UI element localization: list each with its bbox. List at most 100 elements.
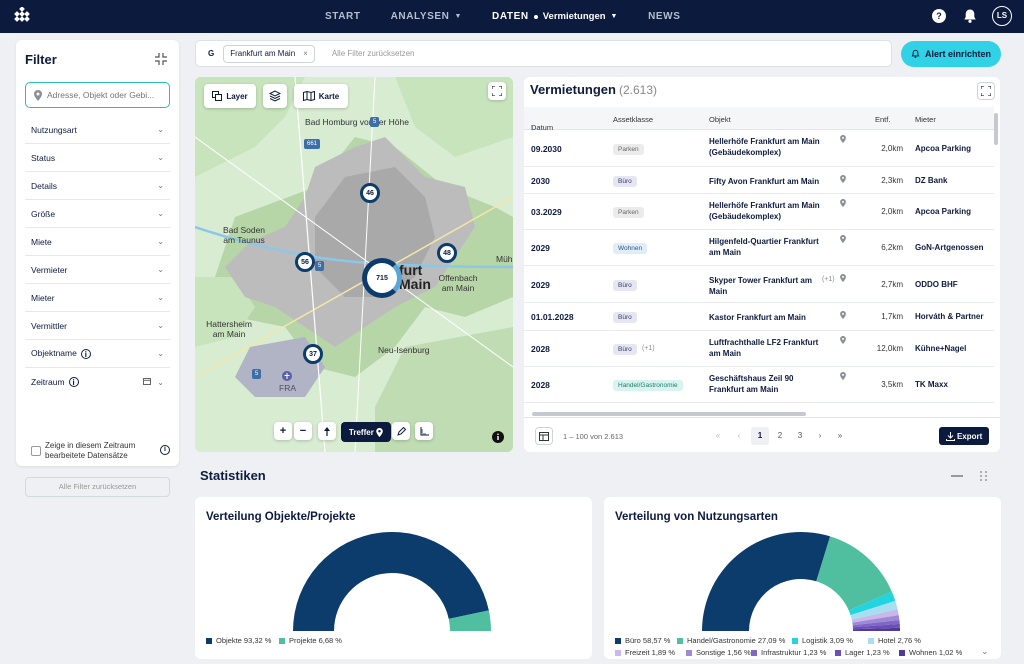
location-pin-icon[interactable] — [840, 175, 846, 183]
col-objekt[interactable]: Objekt — [709, 115, 731, 124]
legend-item[interactable]: Büro 58,57 % — [615, 636, 670, 645]
page-1[interactable]: 1 — [751, 427, 769, 445]
cell-mieter[interactable]: Apcoa Parking — [915, 144, 971, 153]
draw-button[interactable] — [392, 422, 410, 440]
clear-all-link[interactable]: Alle Filter zurücksetzen — [332, 49, 415, 58]
filter-zeitraum[interactable]: Zeitraum i ⌄ — [25, 368, 170, 396]
cell-mieter[interactable]: TK Maxx — [915, 380, 948, 389]
collapse-icon[interactable] — [155, 53, 167, 65]
export-button[interactable]: Export — [939, 427, 989, 445]
legend-item[interactable]: Lager 1,23 % — [835, 648, 890, 657]
alert-button[interactable]: Alert einrichten — [901, 41, 1001, 67]
location-pin-icon[interactable] — [840, 311, 846, 319]
legend-item[interactable]: Sonstige 1,56 % — [686, 648, 751, 657]
calendar-icon[interactable] — [142, 377, 151, 385]
table-row[interactable]: 2028 Handel/Gastronomie Geschäftshaus Zeil… — [524, 367, 994, 403]
page-3[interactable]: 3 — [791, 427, 809, 445]
filter-mieter[interactable]: Mieter ⌄ — [25, 284, 170, 312]
cluster-marker[interactable]: 37 — [303, 344, 323, 364]
search-field[interactable] — [25, 82, 170, 108]
reset-filters-button[interactable]: Alle Filter zurücksetzen — [25, 477, 170, 497]
table-row[interactable]: 2029 Wohnen Hilgenfeld-Quartier Frankfurt … — [524, 230, 994, 266]
cell-objekt[interactable]: Geschäftshaus Zeil 90 Frankfurt am Main — [709, 373, 829, 395]
cell-mieter[interactable]: GoN-Artgenossen — [915, 243, 983, 252]
location-pin-icon[interactable] — [840, 199, 846, 207]
table-row[interactable]: 03.2029 Parken Hellerhöfe Frankfurt am Mai… — [524, 194, 994, 230]
horizontal-scrollbar[interactable] — [532, 412, 806, 416]
filter-miete[interactable]: Miete ⌄ — [25, 228, 170, 256]
layer-button[interactable]: Layer — [204, 84, 256, 108]
compass-button[interactable] — [318, 422, 336, 440]
drag-handle-icon[interactable] — [979, 470, 988, 482]
stack-button[interactable] — [263, 84, 287, 108]
nav-news[interactable]: NEWS — [648, 11, 680, 22]
legend-item[interactable]: Infrastruktur 1,23 % — [751, 648, 826, 657]
zoom-out-button[interactable]: − — [294, 422, 312, 440]
col-mieter[interactable]: Mieter — [915, 115, 936, 124]
legend-item[interactable]: Wohnen 1,02 % — [899, 648, 962, 657]
location-pin-icon[interactable] — [840, 372, 846, 380]
info-icon[interactable] — [492, 431, 504, 443]
col-assetklasse[interactable]: Assetklasse — [613, 115, 653, 124]
legend-item[interactable]: Freizeit 1,89 % — [615, 648, 675, 657]
info-icon[interactable]: i — [80, 348, 91, 359]
filter-vermittler[interactable]: Vermittler ⌄ — [25, 312, 170, 340]
filter-details[interactable]: Details ⌄ — [25, 172, 170, 200]
bell-icon[interactable] — [962, 8, 978, 24]
objekt-more[interactable]: (+1) — [822, 276, 835, 283]
slice-b-ro[interactable] — [702, 532, 831, 631]
legend-item[interactable]: Handel/Gastronomie 27,09 % — [677, 636, 785, 645]
next-page-button[interactable]: › — [811, 427, 829, 445]
table-row[interactable]: 01.01.2028 Büro Kastor Frankfurt am Main 1,… — [524, 303, 994, 331]
bearbeitet-checkbox[interactable] — [31, 446, 41, 456]
cluster-marker[interactable]: 46 — [360, 183, 380, 203]
zoom-in-button[interactable]: + — [274, 422, 292, 440]
filter-nutzungsart[interactable]: Nutzungsart ⌄ — [25, 116, 170, 144]
nav-analysen[interactable]: ANALYSEN ▼ — [391, 11, 462, 22]
map[interactable]: Layer Karte Bad Homburg vor der Höhe Bad… — [195, 77, 513, 452]
filter-vermieter[interactable]: Vermieter ⌄ — [25, 256, 170, 284]
filter-chip[interactable]: Frankfurt am Main × — [223, 44, 315, 63]
table-row[interactable]: 2030 Büro Fifty Avon Frankfurt am Main 2,3k… — [524, 167, 994, 194]
filter-objektname[interactable]: Objektname i ⌄ — [25, 340, 170, 368]
location-pin-icon[interactable] — [840, 336, 846, 344]
first-page-button[interactable]: « — [709, 427, 727, 445]
cell-objekt[interactable]: Hellerhöfe Frankfurt am Main (Gebäudekom… — [709, 200, 829, 222]
cluster-marker[interactable]: 48 — [437, 243, 457, 263]
info-icon[interactable]: i — [160, 445, 170, 455]
minimize-icon[interactable] — [951, 475, 963, 477]
cluster-marker[interactable]: 715 — [362, 258, 402, 298]
page-2[interactable]: 2 — [771, 427, 789, 445]
cell-objekt[interactable]: Hellerhöfe Frankfurt am Main (Gebäudekom… — [709, 136, 829, 158]
cell-objekt[interactable]: Luftfrachthalle LF2 Frankfurt am Main — [709, 337, 829, 359]
prev-page-button[interactable]: ‹ — [730, 427, 748, 445]
avatar[interactable]: LS — [992, 6, 1012, 26]
location-pin-icon[interactable] — [840, 235, 846, 243]
cell-objekt[interactable]: Hilgenfeld-Quartier Frankfurt am Main — [709, 236, 829, 258]
treffer-button[interactable]: Treffer — [341, 422, 391, 442]
legend-item[interactable]: Hotel 2,76 % — [868, 636, 921, 645]
col-entf[interactable]: Entf. — [875, 115, 890, 124]
slice-objekte[interactable] — [293, 531, 489, 631]
vertical-scrollbar[interactable] — [994, 113, 998, 145]
fullscreen-button[interactable] — [488, 82, 506, 100]
legend-item[interactable]: Logistik 3,09 % — [792, 636, 853, 645]
location-pin-icon[interactable] — [840, 135, 846, 143]
chevron-down-icon[interactable]: ⌄ — [981, 646, 989, 657]
fullscreen-button[interactable] — [977, 82, 995, 100]
cell-objekt[interactable]: Skyper Tower Frankfurt am Main — [709, 275, 829, 297]
filter-groesse[interactable]: Größe ⌄ — [25, 200, 170, 228]
cell-mieter[interactable]: Kühne+Nagel — [915, 344, 966, 353]
cell-mieter[interactable]: Horváth & Partner — [915, 312, 983, 321]
table-row[interactable]: 09.2030 Parken Hellerhöfe Frankfurt am Mai… — [524, 130, 994, 167]
nav-daten[interactable]: DATEN Vermietungen ▼ — [492, 11, 618, 22]
nav-start[interactable]: START — [325, 11, 361, 22]
asset-more[interactable]: (+1) — [642, 345, 655, 352]
cell-mieter[interactable]: ODDO BHF — [915, 280, 958, 289]
cluster-marker[interactable]: 56 — [295, 252, 315, 272]
search-input[interactable] — [47, 90, 157, 100]
logo-icon[interactable] — [12, 7, 32, 25]
last-page-button[interactable]: » — [831, 427, 849, 445]
close-icon[interactable]: × — [303, 49, 308, 58]
help-icon[interactable]: ? — [932, 9, 946, 23]
